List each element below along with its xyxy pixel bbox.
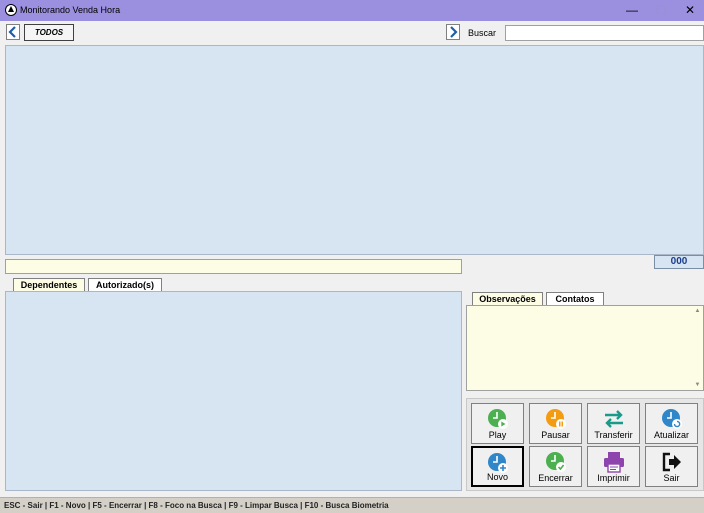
record-counter: 000 [654,255,704,269]
clock-play-icon [487,409,508,429]
transfer-button[interactable]: Transferir [587,403,640,444]
refresh-label: Atualizar [653,430,689,440]
observacoes-textarea[interactable]: ▲ ▼ [466,305,704,391]
tab-autorizados[interactable]: Autorizado(s) [88,278,162,292]
new-button[interactable]: Novo [471,446,524,487]
search-input[interactable] [505,25,704,41]
search-label: Buscar [468,28,497,38]
chevron-right-icon [450,26,458,38]
tab-observacoes[interactable]: Observações [472,292,543,306]
play-button[interactable]: Play [471,403,524,444]
play-label: Play [488,430,507,440]
pause-button[interactable]: Pausar [529,403,582,444]
maximize-button[interactable]: ☐ [647,0,675,21]
clock-check-icon [545,452,566,472]
clock-pause-icon [545,409,566,429]
print-button[interactable]: Imprimir [587,446,640,487]
status-field [5,259,462,274]
dependentes-panel[interactable] [5,291,462,491]
observacoes-scrollbar[interactable]: ▲ ▼ [692,306,703,390]
close-session-button[interactable]: Encerrar [529,446,582,487]
previous-button[interactable] [6,24,20,40]
close-session-label: Encerrar [538,473,573,483]
title-bar: Monitorando Venda Hora — ☐ ✕ [0,0,704,21]
exit-button[interactable]: Sair [645,446,698,487]
print-label: Imprimir [597,473,630,483]
window-title: Monitorando Venda Hora [20,5,121,15]
filter-all-button[interactable]: TODOS [24,24,74,41]
transfer-label: Transferir [594,430,633,440]
transfer-icon [604,410,623,428]
pause-label: Pausar [541,430,570,440]
scroll-down-icon[interactable]: ▼ [692,380,703,390]
close-button[interactable]: ✕ [676,0,704,21]
exit-icon [662,452,681,472]
keyboard-shortcuts-text: ESC - Sair | F1 - Novo | F5 - Encerrar |… [4,501,389,510]
tab-dependentes[interactable]: Dependentes [13,278,85,292]
exit-label: Sair [663,473,680,483]
minimize-button[interactable]: — [618,0,646,21]
status-bar: ESC - Sair | F1 - Novo | F5 - Encerrar |… [0,497,704,513]
chevron-left-icon [8,26,16,38]
next-button[interactable] [446,24,460,40]
sales-grid[interactable] [5,45,704,255]
app-logo-icon [5,4,17,16]
new-label: Novo [486,472,508,482]
tab-contatos[interactable]: Contatos [546,292,604,306]
clock-refresh-icon [661,409,682,429]
refresh-button[interactable]: Atualizar [645,403,698,444]
clock-add-icon [487,453,508,473]
scroll-up-icon[interactable]: ▲ [692,306,703,316]
printer-icon [603,452,624,473]
